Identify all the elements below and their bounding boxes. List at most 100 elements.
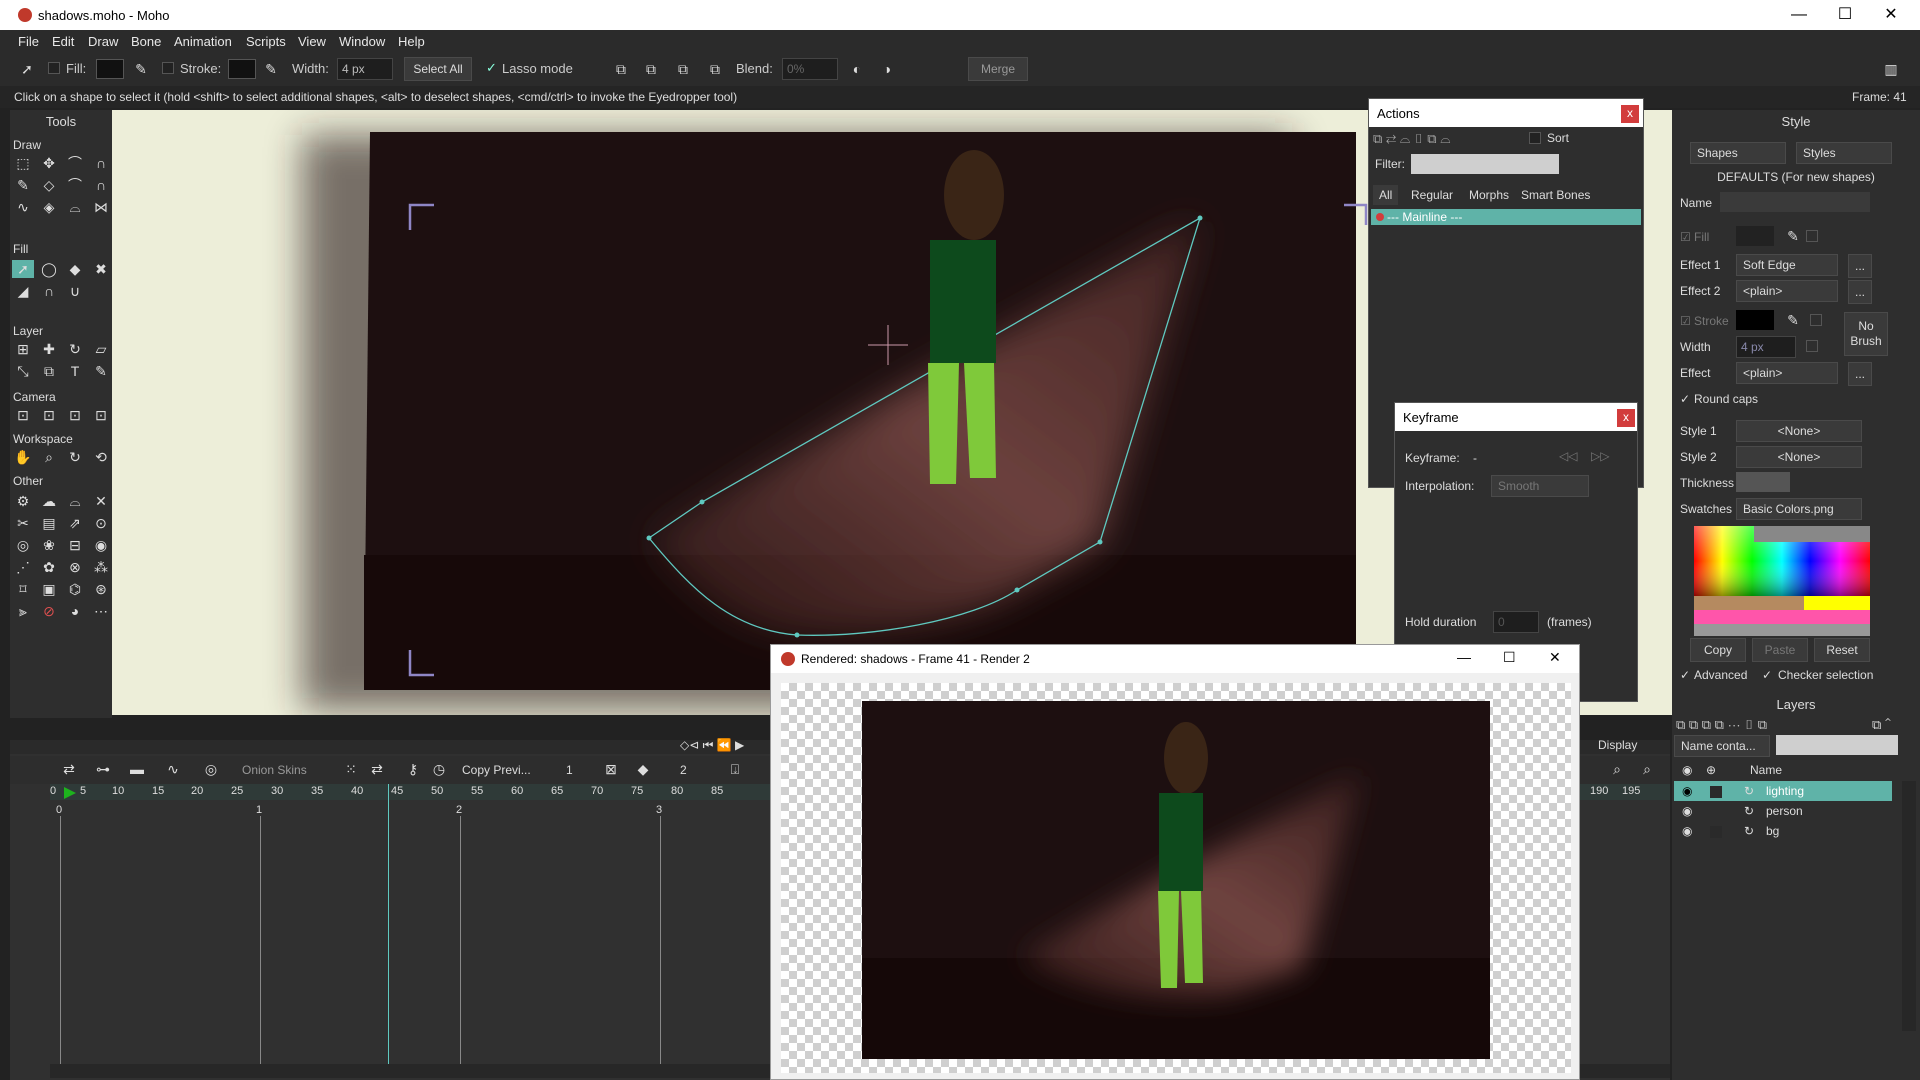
fill-checkbox-style[interactable]: ☑ bbox=[1680, 230, 1691, 244]
keyframe-prev-icon[interactable]: ◁◁ bbox=[1559, 449, 1577, 463]
onion-icon[interactable]: ◎ bbox=[200, 760, 222, 778]
timeline-zoom-out-icon[interactable]: ⌕ bbox=[1606, 760, 1628, 778]
grid-icon[interactable]: ⁙ bbox=[340, 760, 362, 778]
playhead-line[interactable] bbox=[388, 784, 389, 1064]
eraser-icon[interactable]: ∿ bbox=[12, 198, 34, 216]
render-close-button[interactable]: ✕ bbox=[1549, 649, 1561, 666]
thickness-input[interactable] bbox=[1736, 472, 1790, 492]
styles-dropdown[interactable]: Styles bbox=[1796, 142, 1892, 164]
select-all-button[interactable]: Select All bbox=[404, 57, 472, 81]
effect1-more-button[interactable]: ... bbox=[1848, 254, 1872, 278]
effect-dropdown[interactable]: <plain> bbox=[1736, 362, 1838, 384]
render-maximize-button[interactable]: ☐ bbox=[1503, 649, 1516, 666]
keyframe-step-value[interactable]: 1 bbox=[566, 763, 573, 777]
fill-color-swatch[interactable] bbox=[96, 59, 124, 79]
playback-controls[interactable]: ◇⊲ ⏮ ⏪ ▶ bbox=[680, 738, 744, 753]
copy-style-button[interactable]: Copy bbox=[1690, 638, 1746, 662]
other-tool-12-icon[interactable]: ◉ bbox=[90, 536, 112, 554]
other-tool-4-icon[interactable]: ✕ bbox=[90, 492, 112, 510]
delete-edge-icon[interactable]: ✖ bbox=[90, 260, 112, 278]
other-tool-5-icon[interactable]: ✂ bbox=[12, 514, 34, 532]
menu-edit[interactable]: Edit bbox=[52, 34, 74, 49]
timeline-zoom-in-icon[interactable]: ⌕ bbox=[1636, 760, 1658, 778]
select-shape-tool-icon[interactable]: ➚ bbox=[16, 60, 38, 78]
other-tool-13-icon[interactable]: ⋰ bbox=[12, 558, 34, 576]
stroke-checkbox-style[interactable]: ☑ bbox=[1680, 314, 1691, 328]
zoom-icon[interactable]: ⌕ bbox=[38, 448, 60, 466]
translate-layer-icon[interactable]: ✚ bbox=[38, 340, 60, 358]
pan-tilt-camera-icon[interactable]: ⊡ bbox=[90, 406, 112, 424]
tab-smart-bones[interactable]: Smart Bones bbox=[1515, 185, 1596, 205]
actions-filter-input[interactable] bbox=[1411, 154, 1559, 174]
layer-settings-icon[interactable]: ⧉ ⌃ bbox=[1872, 717, 1891, 733]
rotate-workspace-icon[interactable]: ↻ bbox=[64, 448, 86, 466]
actions-close-button[interactable]: x bbox=[1621, 105, 1639, 123]
stroke-style-swatch[interactable] bbox=[1736, 310, 1774, 330]
timeline-marker-icon[interactable]: ⍗ bbox=[724, 760, 746, 778]
layer-row-person[interactable]: ◉ ↻ person bbox=[1674, 801, 1892, 821]
lasso-mode-checkbox[interactable]: ✓ bbox=[486, 60, 497, 76]
layer-filter-dropdown[interactable]: Name conta... bbox=[1674, 735, 1770, 757]
orbit-icon[interactable]: ⟲ bbox=[90, 448, 112, 466]
shape-raise-icon[interactable]: ⧉ bbox=[610, 60, 632, 78]
keyframe-close-button[interactable]: x bbox=[1617, 409, 1635, 427]
shape-lower-icon[interactable]: ⧉ bbox=[640, 60, 662, 78]
time-icon[interactable]: ◷ bbox=[428, 760, 450, 778]
other-tool-2-icon[interactable]: ☁ bbox=[38, 492, 60, 510]
no-brush-button[interactable]: No Brush bbox=[1844, 312, 1888, 356]
maximize-button[interactable]: ☐ bbox=[1822, 0, 1868, 30]
menu-window[interactable]: Window bbox=[339, 34, 385, 49]
keyframe-nav-icon[interactable]: ◆ bbox=[632, 760, 654, 778]
other-tool-1-icon[interactable]: ⚙ bbox=[12, 492, 34, 510]
paste-style-button[interactable]: Paste bbox=[1752, 638, 1808, 662]
set-origin-icon[interactable]: ⊞ bbox=[12, 340, 34, 358]
reset-style-button[interactable]: Reset bbox=[1814, 638, 1870, 662]
keyframe-mode-icon[interactable]: ⊠ bbox=[600, 760, 622, 778]
menu-view[interactable]: View bbox=[298, 34, 326, 49]
fill-style-swatch[interactable] bbox=[1736, 226, 1774, 246]
flip-layer-icon[interactable]: ⧉ bbox=[38, 362, 60, 380]
point-reduction-icon[interactable]: ◈ bbox=[38, 198, 60, 216]
copy-previous-dropdown[interactable]: Copy Previ... bbox=[462, 763, 531, 777]
select-points-icon[interactable]: ⬚ bbox=[12, 154, 34, 172]
layer-lock-checkbox[interactable] bbox=[1710, 786, 1722, 798]
round-caps-checkbox[interactable]: ✓ bbox=[1680, 392, 1690, 406]
keyframe-step-value-2[interactable]: 2 bbox=[680, 763, 687, 777]
action-item-mainline[interactable]: --- Mainline --- bbox=[1371, 209, 1641, 225]
style1-dropdown[interactable]: <None> bbox=[1736, 420, 1862, 442]
panel-layout-icon[interactable]: ▥ bbox=[1880, 60, 1902, 78]
layer-filter-input[interactable] bbox=[1776, 735, 1898, 755]
tab-all[interactable]: All bbox=[1373, 185, 1399, 205]
render-minimize-button[interactable]: — bbox=[1457, 649, 1471, 665]
layers-scrollbar[interactable] bbox=[1902, 781, 1916, 1031]
display-dropdown[interactable]: Display bbox=[1598, 738, 1637, 752]
fill-eyedropper-icon[interactable]: ✎ bbox=[130, 60, 152, 78]
blend-input[interactable]: 0% bbox=[782, 58, 838, 80]
effect2-more-button[interactable]: ... bbox=[1848, 280, 1872, 304]
magnet-icon[interactable]: ⌓ bbox=[64, 198, 86, 216]
merge-button[interactable]: Merge bbox=[968, 57, 1028, 81]
layer-toggle-icon[interactable]: ▬ bbox=[126, 760, 148, 778]
menu-animation[interactable]: Animation bbox=[174, 34, 232, 49]
other-tool-17-icon[interactable]: ⌑ bbox=[12, 580, 34, 598]
eye-icon[interactable]: ◉ bbox=[1682, 824, 1692, 838]
width-style-input[interactable]: 4 px bbox=[1736, 336, 1796, 358]
menu-draw[interactable]: Draw bbox=[88, 34, 118, 49]
other-tool-3-icon[interactable]: ⌓ bbox=[64, 492, 86, 510]
pan-hand-icon[interactable]: ✋ bbox=[12, 448, 34, 466]
bone-toggle-icon[interactable]: ⊶ bbox=[92, 760, 114, 778]
swatch-grid[interactable] bbox=[1694, 526, 1870, 636]
other-tool-22-icon[interactable]: ⊘ bbox=[38, 602, 60, 620]
stroke-none-checkbox[interactable] bbox=[1810, 314, 1822, 326]
hold-duration-input[interactable]: 0 bbox=[1493, 611, 1539, 633]
blob-brush-icon[interactable]: ⌒ bbox=[64, 176, 86, 194]
other-tool-10-icon[interactable]: ❀ bbox=[38, 536, 60, 554]
fill-none-checkbox[interactable] bbox=[1806, 230, 1818, 242]
style-name-input[interactable] bbox=[1720, 192, 1870, 212]
select-shape-icon[interactable]: ➚ bbox=[12, 260, 34, 278]
other-tool-11-icon[interactable]: ⊟ bbox=[64, 536, 86, 554]
hide-edge-icon[interactable]: ∩ bbox=[38, 282, 60, 300]
other-tool-15-icon[interactable]: ⊗ bbox=[64, 558, 86, 576]
create-shape-icon[interactable]: ◯ bbox=[38, 260, 60, 278]
shear-layer-icon[interactable]: ▱ bbox=[90, 340, 112, 358]
